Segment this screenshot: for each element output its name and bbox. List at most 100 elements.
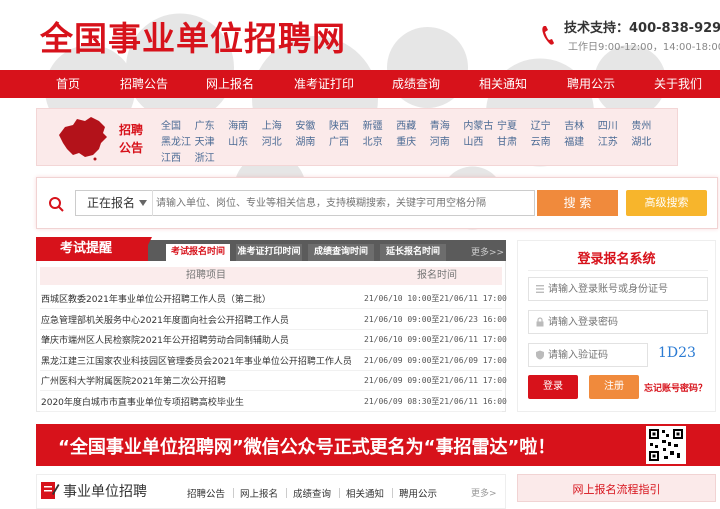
working-hours: 工作日9:00-12:00，14:00-18:00 (568, 42, 720, 53)
exam-row-title[interactable]: 广州医科大学附属医院2021年第二次公开招聘 (41, 374, 351, 387)
separator (392, 488, 393, 498)
section-link-registration[interactable]: 网上报名 (240, 486, 278, 500)
region-label-line2: 公告 (119, 141, 144, 155)
banner-text: “全国事业单位招聘网”微信公众号正式更名为“事招雷达”啦！ (58, 437, 556, 458)
province-link[interactable]: 甘肃 (497, 133, 517, 148)
site-title[interactable]: 全国事业单位招聘网 (40, 12, 346, 60)
captcha-image[interactable]: 1D23 (652, 343, 708, 367)
captcha-text: 1D23 (658, 345, 696, 361)
login-divider (528, 270, 708, 271)
exam-heading: 考试提醒 (36, 237, 148, 261)
province-link[interactable]: 湖南 (295, 133, 315, 148)
exam-row-title[interactable]: 肇庆市端州区人民检察院2021年公开招聘劳动合同制辅助人员 (41, 333, 351, 346)
nav-admission-ticket[interactable]: 准考证打印 (288, 70, 360, 98)
region-label: 招聘 公告 (119, 121, 147, 157)
advanced-search-button[interactable]: 高级搜索 (626, 190, 707, 216)
row-divider (40, 328, 502, 330)
province-link[interactable]: 湖北 (631, 133, 651, 148)
tab-score-time[interactable]: 成绩查询时间 (308, 244, 374, 261)
search-icon (49, 197, 64, 212)
exam-row-time: 21/06/09 09:00至21/06/09 17:00 (364, 355, 507, 365)
exam-row-title[interactable]: 西城区教委2021年事业单位公开招聘工作人员（第二批） (41, 292, 351, 305)
row-divider (40, 390, 502, 391)
province-link[interactable]: 北京 (363, 133, 383, 148)
province-link[interactable]: 吉林 (564, 117, 584, 132)
section-link-notices[interactable]: 相关通知 (346, 486, 384, 500)
section-more-link[interactable]: 更多> (471, 486, 497, 499)
forgot-password-link[interactable]: 忘记账号密码？ (644, 381, 707, 394)
province-link[interactable]: 广西 (329, 133, 349, 148)
separator (339, 488, 340, 498)
edit-document-icon (41, 482, 60, 499)
nav-home[interactable]: 首页 (40, 70, 96, 98)
province-link[interactable]: 重庆 (396, 133, 416, 148)
qr-code-icon (646, 426, 686, 464)
nav-online-registration[interactable]: 网上报名 (199, 70, 261, 98)
registration-guide-link[interactable]: 网上报名流程指引 (517, 481, 716, 497)
password-input[interactable] (548, 311, 708, 333)
province-link[interactable]: 广东 (195, 117, 215, 132)
search-input[interactable] (156, 191, 534, 215)
province-link[interactable]: 西藏 (396, 117, 416, 132)
province-link[interactable]: 河南 (430, 133, 450, 148)
province-link[interactable]: 安徽 (295, 117, 315, 132)
exam-more-link[interactable]: 更多>> (471, 245, 504, 258)
province-link[interactable]: 云南 (531, 133, 551, 148)
province-link[interactable]: 海南 (228, 117, 248, 132)
shield-icon (536, 350, 544, 360)
search-button[interactable]: 搜 索 (537, 190, 618, 216)
province-link[interactable]: 辽宁 (531, 117, 551, 132)
exam-row-title[interactable]: 黑龙江建三江国家农业科技园区管理委员会2021年事业单位公开招聘工作人员 (41, 354, 351, 367)
exam-row-time: 21/06/10 09:00至21/06/11 17:00 (364, 335, 507, 344)
captcha-input[interactable] (548, 344, 644, 366)
nav-announcements[interactable]: 招聘公告 (113, 70, 175, 98)
province-link[interactable]: 江苏 (598, 133, 618, 148)
province-link[interactable]: 天津 (195, 133, 215, 148)
login-title: 登录报名系统 (577, 252, 656, 267)
province-link[interactable]: 山东 (228, 133, 248, 148)
section-link-announcements[interactable]: 招聘公告 (187, 486, 225, 500)
province-link[interactable]: 新疆 (363, 117, 383, 132)
tab-extended-time[interactable]: 延长报名时间 (380, 244, 446, 261)
nav-about-us[interactable]: 关于我们 (647, 70, 709, 98)
account-input[interactable] (548, 278, 708, 300)
province-link[interactable]: 宁夏 (497, 117, 517, 132)
province-link[interactable]: 江西 (161, 149, 181, 164)
row-divider (40, 349, 502, 350)
list-icon (536, 285, 544, 293)
phone-icon (542, 26, 554, 45)
separator (286, 488, 287, 498)
province-link[interactable]: 内蒙古 (463, 117, 493, 132)
tab-registration-time[interactable]: 考试报名时间 (166, 244, 230, 261)
register-button[interactable]: 注册 (589, 375, 639, 399)
row-divider (40, 369, 502, 371)
separator (233, 488, 234, 498)
province-link[interactable]: 上海 (262, 117, 282, 132)
province-link[interactable]: 山西 (463, 133, 483, 148)
province-link[interactable]: 黑龙江 (161, 133, 191, 148)
province-link[interactable]: 福建 (564, 133, 584, 148)
province-link[interactable]: 陕西 (329, 117, 349, 132)
province-link[interactable]: 四川 (598, 117, 618, 132)
tab-admission-time[interactable]: 准考证打印时间 (236, 244, 302, 261)
section-title: 事业单位招聘 (63, 484, 147, 500)
region-label-line1: 招聘 (119, 123, 144, 137)
col-project: 招聘项目 (186, 270, 226, 281)
login-button[interactable]: 登录 (528, 375, 578, 399)
province-link[interactable]: 青海 (430, 117, 450, 132)
province-link[interactable]: 浙江 (195, 149, 215, 164)
province-link[interactable]: 贵州 (631, 117, 651, 132)
nav-hiring-publicity[interactable]: 聘用公示 (560, 70, 622, 98)
exam-row-title[interactable]: 2020年度白城市市直事业单位专项招聘高校毕业生 (41, 395, 351, 408)
nav-notices[interactable]: 相关通知 (472, 70, 534, 98)
row-divider (40, 308, 502, 309)
province-link[interactable]: 全国 (161, 117, 181, 132)
province-link[interactable]: 河北 (262, 133, 282, 148)
exam-row-time: 21/06/10 10:00至21/06/11 17:00 (364, 294, 507, 303)
section-link-scores[interactable]: 成绩查询 (293, 486, 331, 500)
section-link-publicity[interactable]: 聘用公示 (399, 486, 437, 500)
exam-row-title[interactable]: 应急管理部机关服务中心2021年度面向社会公开招聘工作人员 (41, 313, 351, 326)
chevron-down-icon (139, 200, 147, 206)
main-nav: 首页 招聘公告 网上报名 准考证打印 成绩查询 相关通知 聘用公示 关于我们 (0, 70, 720, 98)
nav-score-query[interactable]: 成绩查询 (385, 70, 447, 98)
